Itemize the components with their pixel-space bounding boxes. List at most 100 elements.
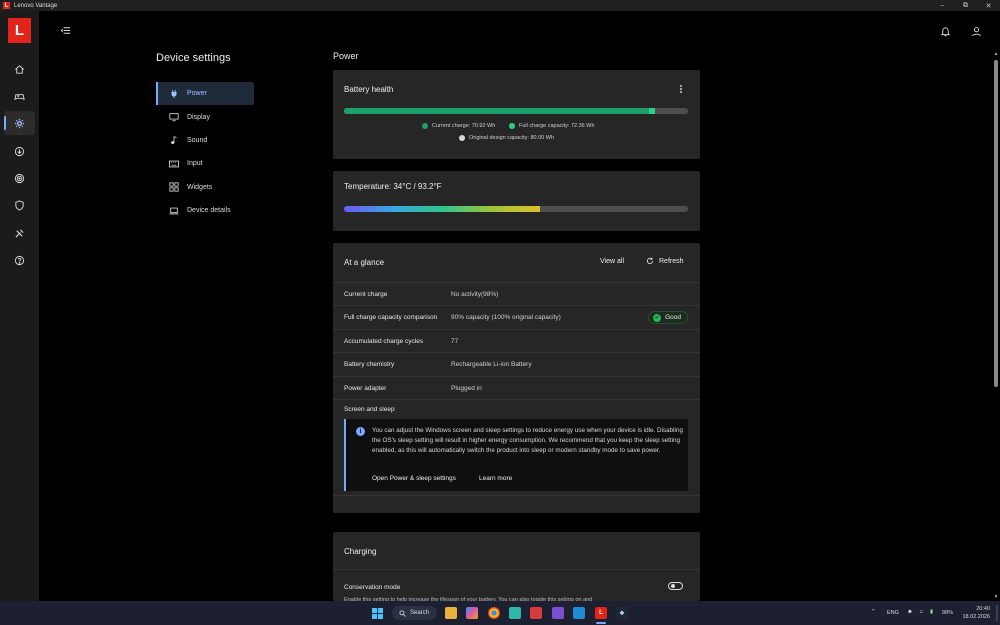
conservation-mode-label: Conservation mode <box>344 584 401 591</box>
scroll-up-icon[interactable]: ▲ <box>993 52 999 57</box>
page-scrollbar[interactable]: ▲ ▼ <box>992 52 1000 601</box>
scroll-down-icon[interactable]: ▼ <box>993 595 999 600</box>
legend-full: Full charge capacity: 72.36 Wh <box>509 123 595 129</box>
refresh-button[interactable]: Refresh <box>646 257 684 265</box>
taskbar-search[interactable]: Search <box>392 606 437 620</box>
info-icon: i <box>356 427 365 436</box>
badge-label: Good <box>665 314 681 321</box>
windows-icon <box>371 607 383 619</box>
scrollbar-thumb[interactable] <box>994 60 998 387</box>
legend-original: Original design capacity: 80.00 Wh <box>459 135 554 141</box>
current-dot <box>422 123 428 129</box>
at-a-glance-title: At a glance <box>344 258 385 267</box>
rail-item-device[interactable] <box>4 111 35 135</box>
glance-row: Accumulated charge cycles 77 <box>333 329 700 352</box>
radar-icon <box>14 173 25 183</box>
language-indicator[interactable]: ENG <box>887 610 899 616</box>
conservation-mode-toggle[interactable] <box>668 582 683 590</box>
glance-row: Full charge capacity comparison 90% capa… <box>333 305 700 328</box>
row-key: Battery chemistry <box>344 360 395 368</box>
glance-row: Current charge No activity(98%) <box>333 282 700 305</box>
nav-item-sound[interactable]: Sound <box>156 129 254 152</box>
settings-nav: Power Display Sound Input Widgets Device… <box>156 82 254 222</box>
laptop-icon <box>169 207 179 214</box>
open-power-sleep-link[interactable]: Open Power & sleep settings <box>372 475 456 482</box>
tools-icon <box>15 228 24 238</box>
wifi-icon[interactable]: ☻ <box>907 609 913 615</box>
glance-row: Power adapter Plugged in <box>333 376 700 399</box>
music-note-icon <box>171 136 177 145</box>
rail-item-help[interactable] <box>4 248 35 272</box>
window-title: Lenovo Vantage <box>14 2 58 9</box>
monitor-icon <box>169 113 179 122</box>
refresh-icon <box>646 257 654 265</box>
search-icon <box>399 609 406 617</box>
original-dot <box>459 135 465 141</box>
volume-icon[interactable]: ♫ <box>919 609 923 615</box>
battery-health-card: Battery health Current charge: 70.92 Wh … <box>333 70 700 159</box>
account-button[interactable] <box>969 24 983 38</box>
nav-label: Power <box>187 90 207 98</box>
nav-label: Display <box>187 113 210 121</box>
row-value: No activity(98%) <box>451 290 499 298</box>
clock-date: 18.02.2026 <box>962 614 990 620</box>
steam-icon[interactable]: ❖ <box>616 607 628 619</box>
collapse-menu-button[interactable] <box>58 23 72 37</box>
notifications-button[interactable] <box>938 24 952 38</box>
vscode-icon[interactable] <box>573 607 585 619</box>
notepad-icon[interactable] <box>509 607 521 619</box>
legend-current: Current charge: 70.92 Wh <box>422 123 495 129</box>
anydesk-icon[interactable] <box>530 607 542 619</box>
row-value: 90% capacity (100% original capacity) <box>451 313 561 321</box>
rail-item-download[interactable] <box>4 139 35 163</box>
start-button[interactable] <box>371 607 383 619</box>
copilot-icon[interactable] <box>466 607 478 619</box>
maximize-button[interactable]: ⧉ <box>954 0 977 11</box>
more-options-button[interactable] <box>679 85 683 93</box>
learn-more-link[interactable]: Learn more <box>479 475 512 482</box>
nav-label: Sound <box>187 136 208 144</box>
battery-percent: 98% <box>942 610 954 616</box>
battery-health-title: Battery health <box>344 85 394 94</box>
download-icon <box>14 146 25 156</box>
legend-full-text: Full charge capacity: 72.36 Wh <box>519 123 595 129</box>
file-explorer-icon[interactable] <box>445 607 457 619</box>
bell-icon <box>940 26 950 36</box>
settings-title: Device settings <box>156 52 231 64</box>
rail-item-tools[interactable] <box>4 221 35 245</box>
temperature-fill <box>344 206 541 212</box>
left-rail: L <box>0 11 39 601</box>
rail-item-security[interactable] <box>4 193 35 217</box>
refresh-label: Refresh <box>659 257 684 265</box>
battery-icon[interactable]: ▮ <box>930 609 933 615</box>
close-button[interactable]: ✕ <box>977 0 1000 11</box>
help-icon <box>14 255 25 265</box>
row-key: Power adapter <box>344 384 387 392</box>
minimize-button[interactable]: – <box>931 0 954 11</box>
user-icon <box>971 26 981 36</box>
row-key: Full charge capacity comparison <box>344 313 438 321</box>
rail-item-home[interactable] <box>4 57 35 81</box>
lenovo-vantage-taskbar-icon[interactable]: L <box>595 607 607 619</box>
chrome-icon[interactable] <box>488 607 500 619</box>
nav-item-widgets[interactable]: Widgets <box>156 176 254 199</box>
legend-current-text: Current charge: 70.92 Wh <box>432 123 496 129</box>
lenovo-logo: L <box>8 18 31 43</box>
nav-item-device-details[interactable]: Device details <box>156 199 254 222</box>
keyboard-icon <box>169 160 179 168</box>
view-all-link[interactable]: View all <box>600 258 624 265</box>
current-charge-fill <box>344 108 649 114</box>
taskbar-clock[interactable]: 20:40 18.02.2026 <box>962 605 990 621</box>
rail-item-gaming[interactable] <box>4 84 35 108</box>
gamepad-icon <box>14 93 25 100</box>
tray-overflow-icon[interactable]: ⌃ <box>871 609 876 615</box>
nav-item-input[interactable]: Input <box>156 152 254 175</box>
visual-studio-icon[interactable] <box>552 607 564 619</box>
row-value: Rechargeable Li-ion Battery <box>451 360 532 368</box>
rail-item-smart[interactable] <box>4 166 35 190</box>
charging-title: Charging <box>344 547 377 556</box>
nav-item-power[interactable]: Power <box>156 82 254 106</box>
nav-item-display[interactable]: Display <box>156 105 254 128</box>
gear-icon <box>14 118 25 128</box>
shield-icon <box>15 199 24 211</box>
